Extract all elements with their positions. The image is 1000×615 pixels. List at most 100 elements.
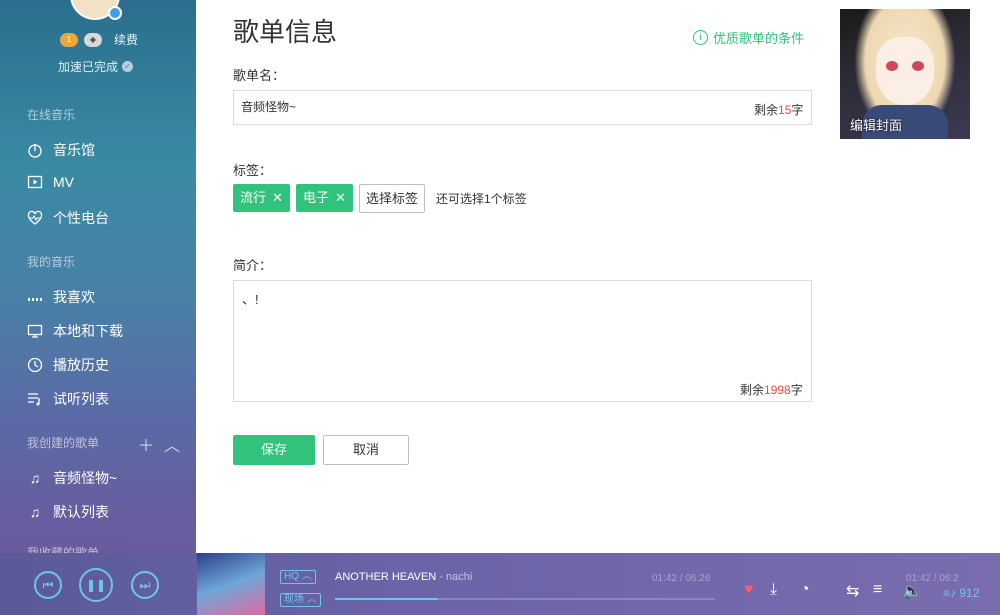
sidebar-item-label: 音频怪物~ [53, 470, 118, 486]
tag-electronic[interactable]: 电子 ✕ [296, 184, 353, 212]
tag-label: 电子 [303, 190, 330, 205]
sidebar-item-label: 音乐馆 [53, 142, 95, 158]
playlist-count-text: 912 [959, 586, 980, 600]
collapse-icon[interactable]: ︿ [164, 432, 180, 456]
sidebar-item-trial-list[interactable]: 试听列表 [27, 389, 109, 409]
sidebar-item-label: 本地和下载 [53, 323, 123, 339]
sidebar: 1 ◆ 续费 加速已完成 ✓ 在线音乐 音乐馆 MV 个性电台 我的音乐 我喜欢… [0, 0, 196, 553]
download-icon[interactable]: ⤓ [770, 581, 777, 599]
remaining-suffix: 字 [791, 103, 804, 117]
choose-tag-button[interactable]: 选择标签 [359, 184, 426, 213]
section-created-playlists: 我创建的歌单 [27, 436, 100, 450]
previous-icon[interactable]: ⏮ [34, 571, 62, 599]
sidebar-item-playlist-default[interactable]: ♫ 默认列表 [27, 502, 109, 522]
remove-tag-icon[interactable]: ✕ [272, 184, 283, 212]
sidebar-item-label: MV [53, 174, 74, 190]
green-diamond-icon: ◆ [84, 32, 102, 47]
remaining-number: 1998 [764, 383, 791, 397]
page-title: 歌单信息 [233, 17, 338, 47]
volume-icon[interactable]: 🔈 [902, 581, 922, 601]
pause-icon[interactable]: ❚❚ [79, 568, 113, 602]
cover-art-eye [912, 61, 924, 71]
intro-remaining-counter: 剩余1998字 [740, 381, 803, 398]
playlist-name-input[interactable]: 音频怪物~ [233, 90, 812, 125]
sidebar-item-local-downloads[interactable]: 本地和下载 [27, 321, 123, 341]
edit-cover-label[interactable]: 编辑封面 [850, 115, 902, 134]
add-playlist-icon[interactable]: ＋ [138, 432, 154, 456]
intro-textarea[interactable]: 、! [233, 280, 812, 402]
check-icon: ✓ [122, 61, 134, 72]
sidebar-item-radio[interactable]: 个性电台 [27, 208, 109, 228]
tag-pop[interactable]: 流行 ✕ [233, 184, 290, 212]
equalizer-icon [27, 289, 43, 305]
music-note-icon: ♫ [29, 470, 41, 486]
sidebar-item-mv[interactable]: MV [27, 174, 74, 190]
sidebar-item-history[interactable]: 播放历史 [27, 355, 109, 375]
intro-value: 、! [242, 292, 259, 307]
sidebar-item-favorites[interactable]: 我喜欢 [27, 287, 95, 307]
cancel-button[interactable]: 取消 [323, 435, 409, 465]
remaining-prefix: 剩余 [754, 103, 779, 117]
vip-badge-icon [108, 6, 122, 20]
tags-label: 标签： [233, 163, 273, 178]
sidebar-item-label: 我喜欢 [53, 289, 95, 305]
vip-row: 1 ◆ 续费 [60, 31, 138, 48]
quality-badge[interactable]: HQ ︿ [280, 570, 316, 584]
playlist-count[interactable]: ≡♪ 912 [943, 586, 979, 600]
song-title: ANOTHER HEAVEN [335, 571, 437, 583]
now-playing: ANOTHER HEAVEN - nachi [335, 571, 472, 583]
section-my-music: 我的音乐 [27, 255, 76, 269]
mode-badge-text: 现场 [284, 594, 304, 605]
playlist-cover[interactable]: 编辑封面 [840, 9, 970, 139]
vip-level-icon: 1 [60, 32, 78, 47]
music-hall-icon [27, 142, 43, 158]
album-art[interactable] [197, 553, 265, 615]
name-label: 歌单名： [233, 68, 286, 83]
speed-status-text: 加速已完成 [58, 60, 119, 74]
playlist-icon [27, 391, 43, 407]
play-mode-icon[interactable]: ⇆ [846, 581, 859, 601]
tag-hint: 还可选择1个标签 [436, 192, 527, 206]
sidebar-item-label: 播放历史 [53, 357, 109, 373]
progress-fill [335, 598, 438, 600]
speed-status: 加速已完成 ✓ [58, 58, 134, 75]
progress-bar[interactable] [335, 598, 715, 600]
quality-conditions-link[interactable]: i 优质歌单的条件 [693, 28, 804, 47]
sidebar-item-label: 试听列表 [53, 391, 109, 407]
remaining-prefix: 剩余 [740, 383, 765, 397]
play-time-right: 01:42 / 06:2 [906, 573, 959, 584]
comment-icon[interactable]: ◔ [800, 581, 810, 599]
intro-label: 简介： [233, 258, 273, 273]
player-bar: ⏮ ❚❚ ⏭ HQ ︿ 现场 ︿ ANOTHER HEAVEN - nachi … [0, 553, 1000, 615]
remove-tag-icon[interactable]: ✕ [335, 184, 346, 212]
remaining-number: 15 [778, 103, 792, 117]
playlist-name-value: 音频怪物~ [241, 100, 297, 114]
clock-icon [27, 357, 43, 373]
remaining-suffix: 字 [790, 383, 803, 397]
next-icon[interactable]: ⏭ [131, 571, 159, 599]
quality-badge-text: HQ [284, 571, 299, 582]
sidebar-item-playlist-audio-monster[interactable]: ♫ 音频怪物~ [27, 468, 117, 488]
save-button[interactable]: 保存 [233, 435, 315, 465]
playlist-info-panel: 歌单信息 i 优质歌单的条件 歌单名： 音频怪物~ 剩余15字 标签： 流行 ✕… [196, 0, 1000, 553]
heart-pulse-icon [27, 210, 43, 226]
info-icon: i [693, 30, 708, 45]
sidebar-item-label: 默认列表 [53, 504, 109, 520]
name-remaining-counter: 剩余15字 [754, 101, 803, 118]
monitor-icon [27, 323, 43, 339]
song-artist: - nachi [436, 571, 473, 583]
sidebar-item-label: 个性电台 [53, 210, 109, 226]
mode-badge[interactable]: 现场 ︿ [280, 593, 321, 607]
quality-link-text: 优质歌单的条件 [713, 31, 805, 46]
section-actions: ＋ ︿ [138, 432, 180, 456]
section-online-music: 在线音乐 [27, 108, 76, 122]
cover-art-face [876, 37, 934, 105]
renew-link[interactable]: 续费 [114, 31, 138, 48]
tag-label: 流行 [240, 190, 267, 205]
play-time: 01:42 / 06:26 [652, 573, 711, 584]
like-heart-icon[interactable]: ♥ [744, 581, 754, 599]
section-collected-playlists: 我收藏的歌单 [27, 546, 100, 553]
cover-art-eye [886, 61, 898, 71]
sidebar-item-music-hall[interactable]: 音乐馆 [27, 140, 95, 160]
menu-icon[interactable]: ≡ [873, 581, 882, 599]
